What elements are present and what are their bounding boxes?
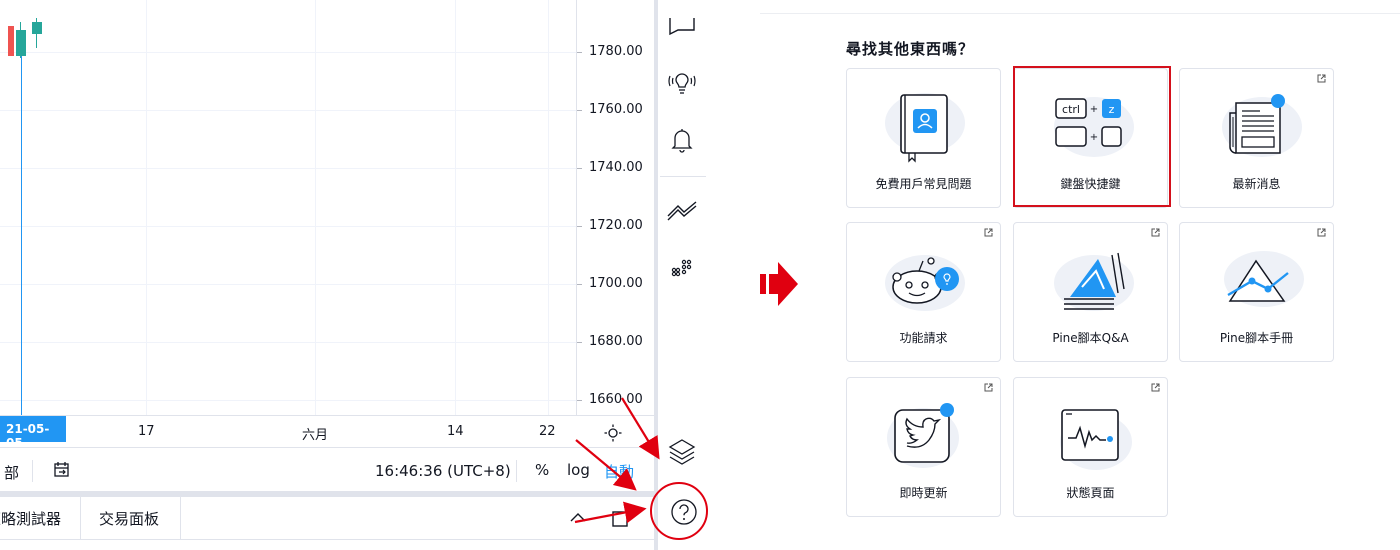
card-live-updates[interactable]: 即時更新 (846, 377, 1001, 517)
card-label: 功能請求 (899, 331, 948, 345)
card-status-page[interactable]: 狀態頁面 (1013, 377, 1168, 517)
goto-date-icon[interactable] (52, 460, 72, 480)
toolbar-fragment: 部 (4, 464, 20, 482)
tab-strategy-tester[interactable]: 策略測試器 (0, 497, 80, 539)
price-tick: 1700.00 (589, 276, 643, 291)
auto-toggle[interactable]: 自動 (604, 461, 634, 482)
card-label: 最新消息 (1232, 177, 1281, 191)
pine-manual-icon (1224, 251, 1304, 307)
faq-book-icon (885, 93, 965, 163)
chat-icon[interactable] (664, 10, 700, 46)
crosshair-line (21, 30, 22, 415)
external-link-icon (1317, 74, 1326, 83)
price-tick: 1780.00 (589, 44, 643, 59)
feature-request-icon (885, 255, 965, 311)
time-tick: 17 (138, 424, 155, 439)
right-sidebar (654, 0, 706, 550)
price-tick: 1680.00 (589, 334, 643, 349)
newspaper-icon (1222, 94, 1302, 157)
chart-panel: 1780.00 1760.00 1740.00 1720.00 1700.00 … (0, 0, 712, 550)
chart-canvas[interactable] (0, 0, 578, 415)
card-label: Pine腳本Q&A (1052, 331, 1129, 345)
chevron-up-icon[interactable] (568, 509, 588, 527)
card-feature-request[interactable]: 功能請求 (846, 222, 1001, 362)
card-label: 狀態頁面 (1066, 486, 1115, 500)
card-label: Pine腳本手冊 (1219, 331, 1294, 345)
card-pine-qa[interactable]: Pine腳本Q&A (1013, 222, 1168, 362)
external-link-icon (1151, 383, 1160, 392)
time-tick: 六月 (302, 428, 329, 443)
candle-up (20, 22, 21, 58)
idea-icon[interactable] (664, 64, 700, 100)
external-link-icon (984, 228, 993, 237)
card-pine-manual[interactable]: Pine腳本手冊 (1179, 222, 1334, 362)
price-tick: 1740.00 (589, 160, 643, 175)
card-faq[interactable]: 免費用戶常見問題 (846, 68, 1001, 208)
layers-icon[interactable] (664, 434, 700, 470)
maximize-icon[interactable] (610, 509, 630, 529)
price-tick: 1760.00 (589, 102, 643, 117)
tab-label: 交易面板 (99, 510, 160, 528)
price-tick: 1720.00 (589, 218, 643, 233)
price-axis[interactable]: 1780.00 1760.00 1740.00 1720.00 1700.00 … (576, 0, 654, 415)
alert-bell-icon[interactable] (664, 122, 700, 158)
candle-down (8, 26, 14, 56)
pine-qa-icon (1054, 252, 1134, 311)
time-axis[interactable]: 21-05-05 17 六月 14 22 (0, 415, 654, 450)
candle-up (32, 22, 42, 34)
time-tick: 14 (447, 424, 464, 439)
time-tick: 22 (539, 424, 556, 439)
percent-toggle[interactable]: % (535, 461, 549, 479)
tab-label: 策略測試器 (0, 510, 62, 528)
external-link-icon (984, 383, 993, 392)
bottom-tabs: 策略測試器 交易面板 (0, 497, 654, 540)
help-title: 尋找其他東西嗎？ (846, 40, 975, 58)
clock-label[interactable]: 16:46:36 (UTC+8) (375, 462, 511, 480)
card-label: 即時更新 (899, 486, 948, 500)
help-icon[interactable] (666, 494, 702, 530)
date-badge: 21-05-05 (0, 416, 66, 450)
external-link-icon (1151, 228, 1160, 237)
bottom-toolbar: 部 16:46:36 (UTC+8) % log 自動 (0, 447, 654, 491)
card-label: 免費用戶常見問題 (875, 177, 972, 191)
transition-arrow-icon (760, 262, 798, 306)
divider (760, 13, 1400, 14)
dots-icon[interactable] (664, 250, 700, 286)
highlight-box (1013, 66, 1171, 207)
status-page-icon (1060, 409, 1132, 470)
external-link-icon (1317, 228, 1326, 237)
tab-trading-panel[interactable]: 交易面板 (99, 497, 159, 539)
sun-icon[interactable] (604, 424, 622, 442)
candle-up (16, 30, 26, 56)
twitter-icon (887, 403, 959, 468)
card-news[interactable]: 最新消息 (1179, 68, 1334, 208)
chevron-icon[interactable] (664, 192, 700, 228)
log-toggle[interactable]: log (567, 461, 590, 479)
price-tick: 1660.00 (589, 392, 643, 407)
candle-up (36, 18, 37, 48)
